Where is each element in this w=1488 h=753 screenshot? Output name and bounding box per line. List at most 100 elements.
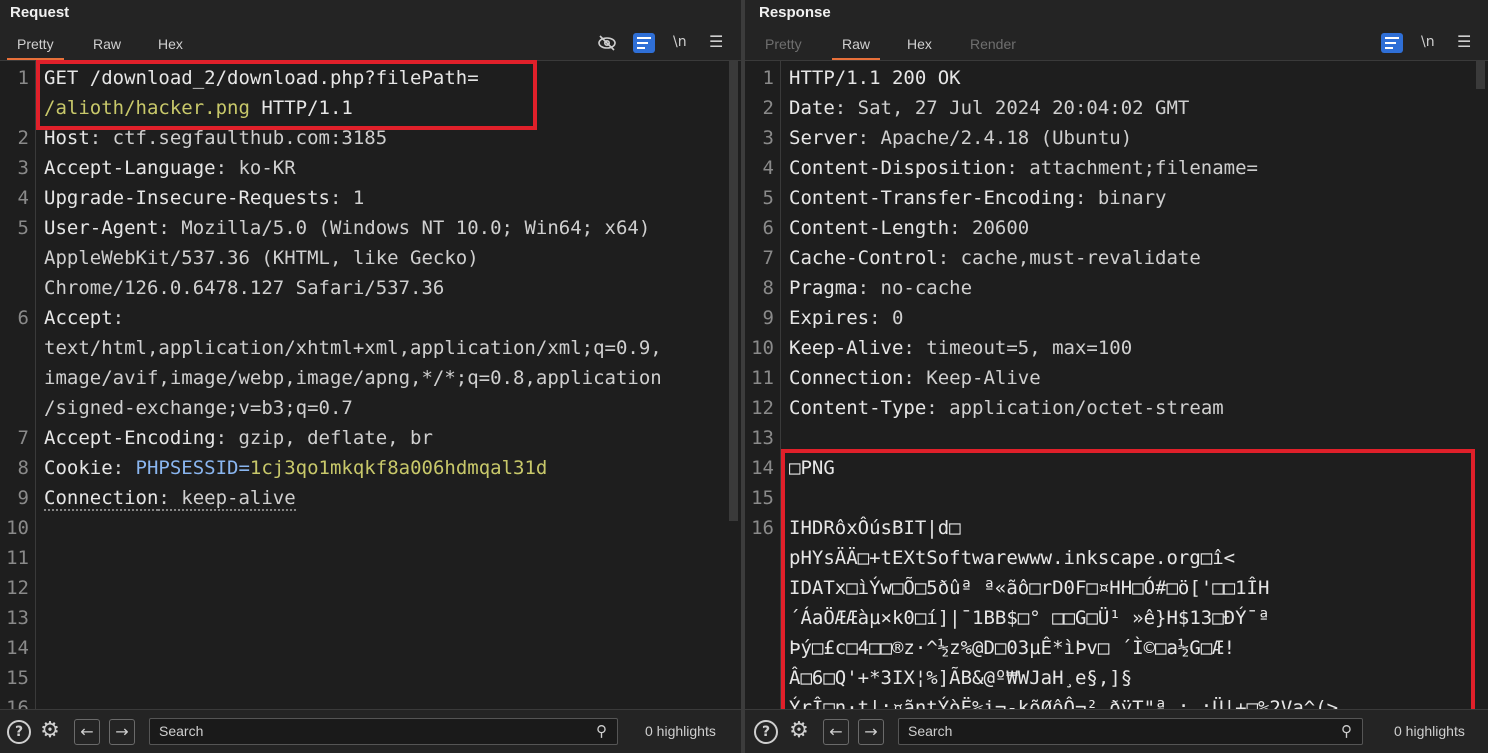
response-scrollbar[interactable]	[1476, 61, 1485, 89]
line-number: 2	[17, 127, 29, 149]
header-key: Pragma	[789, 277, 858, 299]
eye-off-icon[interactable]	[597, 34, 617, 56]
header-key: Content-Disposition	[789, 157, 1007, 179]
line-number: 6	[17, 307, 29, 329]
tab-pretty[interactable]: Pretty	[765, 36, 802, 52]
header-line: Connection: Keep-Alive	[789, 363, 1041, 393]
header-line: Server: Apache/2.4.18 (Ubuntu)	[789, 123, 1132, 153]
header-line: Cookie: PHPSESSID=1cj3qo1mkqkf8a006hdmqa…	[44, 453, 547, 483]
search-input[interactable]: Search ⚲	[898, 718, 1363, 745]
response-bottom-bar: ? ⚙ ← → Search ⚲ 0 highlights	[745, 709, 1488, 753]
header-line: User-Agent: Mozilla/5.0 (Windows NT 10.0…	[44, 213, 650, 243]
header-line: Accept-Language: ko-KR	[44, 153, 296, 183]
tab-raw[interactable]: Raw	[831, 36, 881, 60]
highlight-box	[781, 449, 1475, 715]
line-number: 12	[6, 577, 29, 599]
request-title: Request	[0, 0, 741, 26]
line-number: 13	[6, 607, 29, 629]
tab-pretty[interactable]: Pretty	[7, 36, 64, 60]
back-arrow-icon[interactable]: ←	[74, 719, 100, 745]
help-icon[interactable]: ?	[7, 720, 31, 744]
line-number: 3	[762, 127, 774, 149]
line-number: 13	[751, 427, 774, 449]
tab-hex[interactable]: Hex	[158, 36, 183, 52]
gear-icon[interactable]: ⚙	[38, 719, 62, 743]
search-placeholder: Search	[159, 723, 204, 739]
word-wrap-icon[interactable]	[633, 33, 655, 53]
header-value: : Mozilla/5.0 (Windows NT 10.0; Win64; x…	[158, 217, 651, 239]
line-number: 8	[762, 277, 774, 299]
menu-icon[interactable]: ☰	[709, 32, 723, 51]
header-key: Keep-Alive	[789, 337, 904, 359]
line-number: 1	[762, 67, 774, 89]
header-line: Cache-Control: cache,must-revalidate	[789, 243, 1201, 273]
header-value-wrap: /signed-exchange;v=b3;q=0.7	[44, 397, 353, 419]
search-icon[interactable]: ⚲	[1341, 719, 1352, 744]
header-separator: :	[112, 457, 136, 479]
line-number: 5	[762, 187, 774, 209]
header-value: : Apache/2.4.18 (Ubuntu)	[857, 127, 1133, 149]
line-number: 6	[762, 217, 774, 239]
header-value: : attachment;filename=	[1006, 157, 1259, 179]
header-key: Accept-Encoding	[44, 427, 216, 449]
search-input[interactable]: Search ⚲	[149, 718, 618, 745]
header-line: Pragma: no-cache	[789, 273, 972, 303]
line-number: 4	[762, 157, 774, 179]
header-key: Content-Type	[789, 397, 927, 419]
header-value: : 0	[869, 307, 904, 329]
forward-arrow-icon[interactable]: →	[109, 719, 135, 745]
line-number: 9	[17, 487, 29, 509]
request-scrollbar[interactable]	[729, 61, 738, 521]
header-line: Accept-Encoding: gzip, deflate, br	[44, 423, 433, 453]
line-number: 5	[17, 217, 29, 239]
gear-icon[interactable]: ⚙	[787, 719, 811, 743]
header-value-wrap: text/html,application/xhtml+xml,applicat…	[44, 337, 662, 359]
word-wrap-icon[interactable]	[1381, 33, 1403, 53]
header-value: : 20600	[949, 217, 1030, 239]
header-line: Content-Length: 20600	[789, 213, 1029, 243]
header-value-wrap: Chrome/126.0.6478.127 Safari/537.36	[44, 277, 445, 299]
line-number: 7	[762, 247, 774, 269]
line-number: 3	[17, 157, 29, 179]
help-icon[interactable]: ?	[754, 720, 778, 744]
tab-raw[interactable]: Raw	[93, 36, 121, 52]
back-arrow-icon[interactable]: ←	[823, 719, 849, 745]
line-number: 10	[751, 337, 774, 359]
header-key: Accept-Language	[44, 157, 216, 179]
highlights-count: 0 highlights	[645, 723, 716, 739]
header-key: Expires	[789, 307, 870, 329]
line-number: 14	[751, 457, 774, 479]
newline-toggle-icon[interactable]: \n	[673, 34, 687, 50]
header-line: Connection: keep-alive	[44, 483, 296, 513]
header-key: Content-Length	[789, 217, 950, 239]
request-tab-bar: Pretty Raw Hex \n ☰	[0, 26, 741, 61]
tab-hex[interactable]: Hex	[907, 36, 932, 52]
header-key: Server	[789, 127, 858, 149]
status-line: HTTP/1.1 200 OK	[789, 67, 961, 89]
line-number: 2	[762, 97, 774, 119]
header-line: Accept:	[44, 303, 124, 333]
line-number: 7	[17, 427, 29, 449]
header-key: Cookie	[44, 457, 113, 479]
cookie-name: PHPSESSID=	[135, 457, 250, 479]
newline-toggle-icon[interactable]: \n	[1421, 34, 1435, 50]
header-value: : keep-alive	[158, 487, 296, 511]
header-line: Content-Type: application/octet-stream	[789, 393, 1224, 423]
request-editor[interactable]: 1 2 3 4 5 6 7 8 9 10 11 12 13 14 15 16 G…	[0, 61, 741, 710]
header-key: Connection	[789, 367, 904, 389]
menu-icon[interactable]: ☰	[1457, 32, 1471, 51]
line-number: 9	[762, 307, 774, 329]
header-key: Date	[789, 97, 835, 119]
tab-render[interactable]: Render	[970, 36, 1016, 52]
header-key: Host	[44, 127, 90, 149]
forward-arrow-icon[interactable]: →	[858, 719, 884, 745]
line-number: 4	[17, 187, 29, 209]
request-pane: Request Pretty Raw Hex \n ☰ 1 2 3 4 5 6 …	[0, 0, 741, 753]
line-number: 10	[6, 517, 29, 539]
response-pane: Response Pretty Raw Hex Render \n ☰ 1 2 …	[745, 0, 1488, 753]
header-key: Content-Transfer-Encoding	[789, 187, 1075, 209]
header-key: Upgrade-Insecure-Requests	[44, 187, 330, 209]
header-key: Accept	[44, 307, 113, 329]
search-icon[interactable]: ⚲	[596, 719, 607, 744]
header-key: Cache-Control	[789, 247, 938, 269]
